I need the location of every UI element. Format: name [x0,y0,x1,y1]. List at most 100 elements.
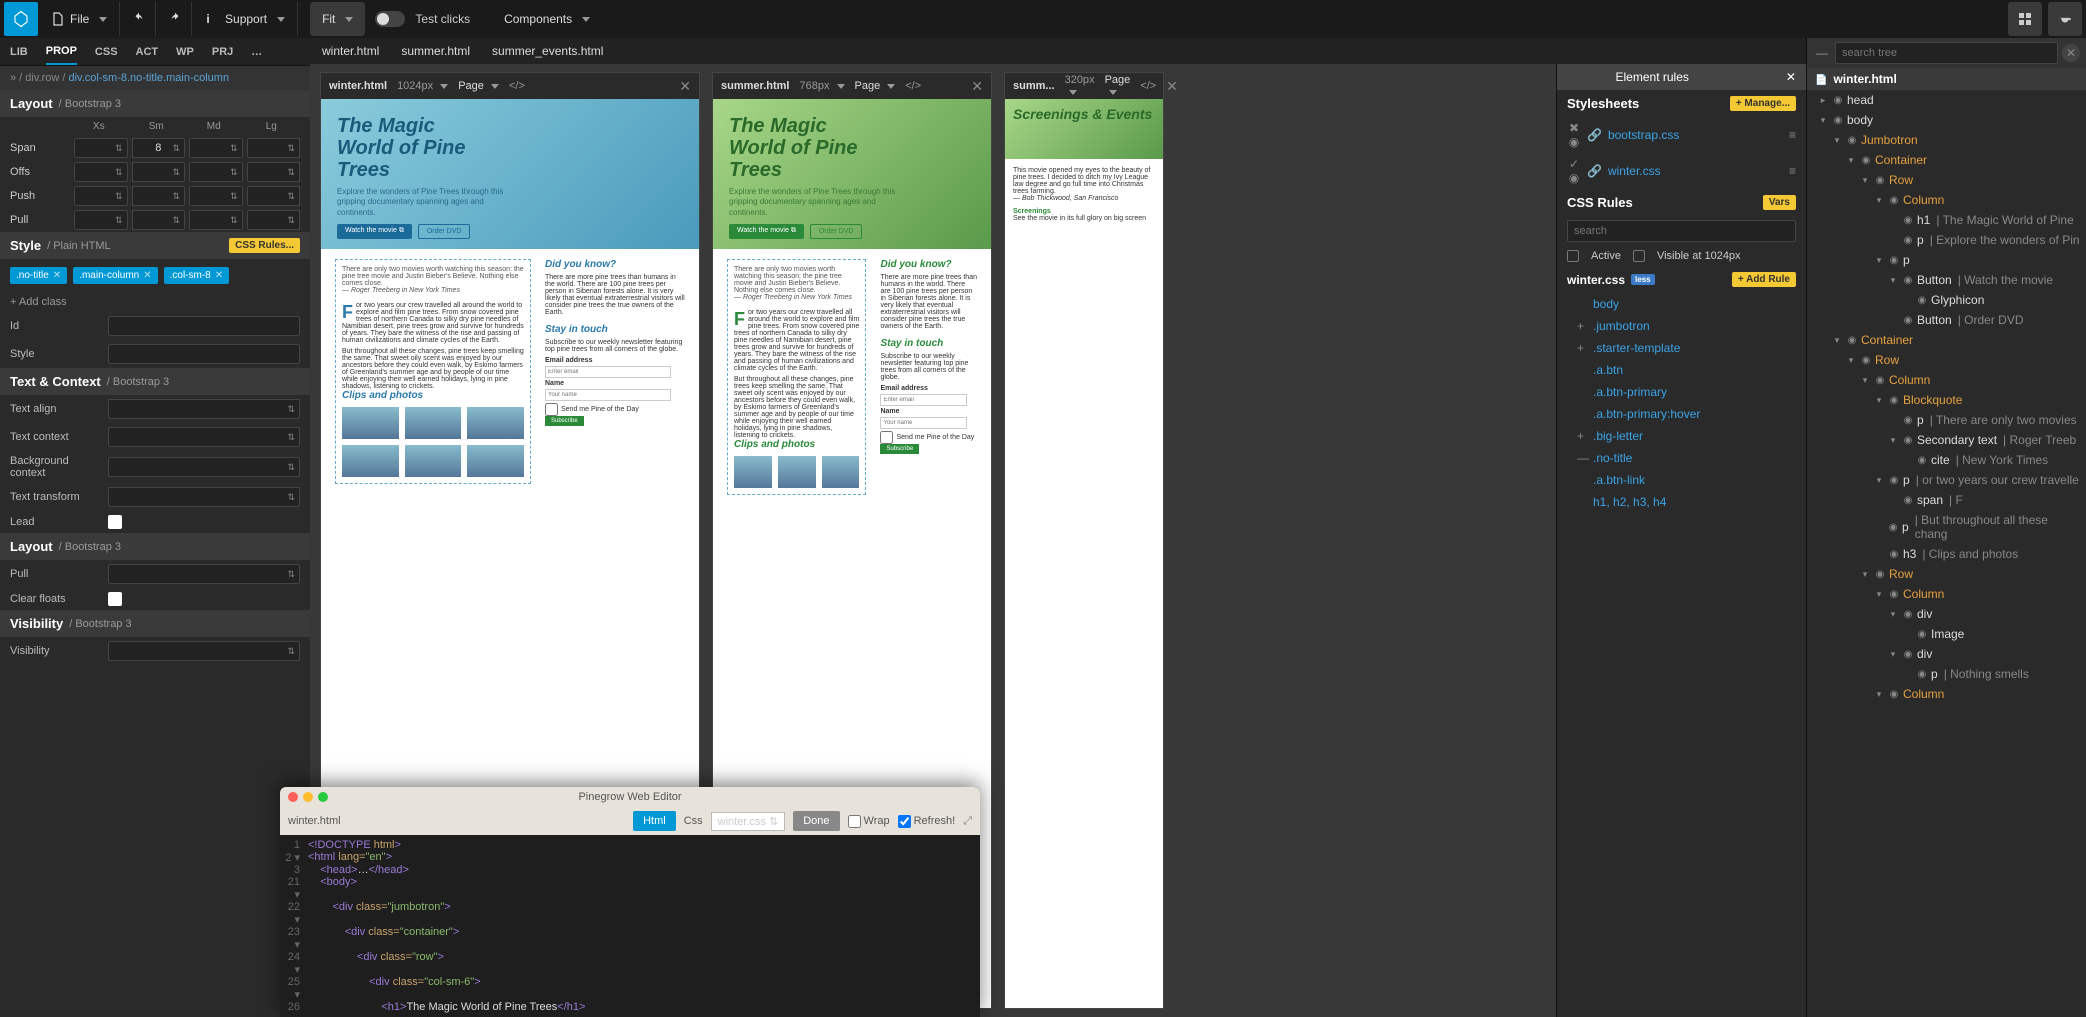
tree-node[interactable]: ◉ cite | New York Times [1807,450,2086,470]
clear-floats-checkbox[interactable] [108,592,122,606]
layout-select[interactable] [74,162,128,182]
email-input[interactable] [545,366,671,378]
layout-select[interactable] [247,210,301,230]
layout-select[interactable] [189,186,243,206]
expand-icon[interactable]: ▾ [1873,589,1885,600]
eye-icon[interactable]: ◉ [1901,435,1915,446]
eye-icon[interactable]: ◉ [1901,235,1915,246]
close-icon[interactable]: ✕ [971,78,983,95]
layout-select[interactable] [132,162,186,182]
eye-icon[interactable]: ◉ [1901,495,1915,506]
visible-checkbox[interactable] [1633,250,1645,262]
css-rule-row[interactable]: +.big-letter [1557,425,1806,447]
tree-node[interactable]: ▾ ◉ div [1807,604,2086,624]
tree-node[interactable]: ▾ ◉ body [1807,110,2086,130]
fit-dropdown[interactable]: Fit [310,2,365,36]
remove-tag-icon[interactable]: ✕ [143,270,151,281]
doc-tab[interactable]: winter.html [322,44,379,58]
eye-icon[interactable]: ◉ [1831,115,1845,126]
tree-node[interactable]: ◉ p | Nothing smells [1807,664,2086,684]
width-select[interactable]: 320px [1065,74,1095,98]
tree-node[interactable]: ▾ ◉ div [1807,644,2086,664]
tab-act[interactable]: ACT [136,40,159,64]
thumbnail[interactable] [822,456,860,488]
email-input[interactable] [880,394,967,406]
tab-wp[interactable]: WP [176,40,194,64]
canvas-viewport[interactable]: Screenings & Events This movie opened my… [1005,99,1163,1008]
tree-file-header[interactable]: winter.html [1807,68,2086,90]
expand-icon[interactable]: ▾ [1831,335,1843,346]
thumbnail[interactable] [405,407,462,439]
tree-node[interactable]: ▾ ◉ Container [1807,330,2086,350]
expand-icon[interactable]: ▾ [1873,689,1885,700]
test-clicks-toggle[interactable] [375,11,405,27]
eye-icon[interactable]: ◉ [1901,315,1915,326]
tab-prj[interactable]: PRJ [212,40,233,64]
class-tag[interactable]: .main-column ✕ [73,267,157,284]
menu-icon[interactable]: ≡ [1789,128,1796,142]
close-icon[interactable]: ✕ [679,78,691,95]
css-mode-button[interactable]: Css [684,815,703,827]
css-rule-row[interactable]: .a.btn-primary:hover [1557,403,1806,425]
thumbnail[interactable] [467,407,524,439]
grid-view-icon[interactable] [2008,2,2042,36]
eye-icon[interactable]: ◉ [1887,475,1901,486]
expand-icon[interactable]: ▾ [1845,155,1857,166]
tree-node[interactable]: ▾ ◉ Column [1807,370,2086,390]
eye-icon[interactable]: ◉ [1915,295,1929,306]
eye-icon[interactable]: ◉ [1915,669,1929,680]
eye-icon[interactable]: ◉ [1886,522,1900,533]
subscribe-button[interactable]: Subscribe [545,416,584,426]
tree-node[interactable]: ◉ h1 | The Magic World of Pine [1807,210,2086,230]
eye-icon[interactable]: ◉ [1873,375,1887,386]
expand-icon[interactable]: ▾ [1873,395,1885,406]
width-select[interactable]: 768px [799,80,844,92]
tree-node[interactable]: ◉ Button | Order DVD [1807,310,2086,330]
eye-icon[interactable]: ◉ [1887,395,1901,406]
refresh-checkbox[interactable]: Refresh! [898,815,956,828]
tree-node[interactable]: ▾ ◉ Row [1807,170,2086,190]
pull-select[interactable] [108,564,300,584]
expand-icon[interactable]: ▾ [1845,355,1857,366]
expand-icon[interactable]: ▾ [1859,175,1871,186]
section-layout[interactable]: Layout / Bootstrap 3 [0,90,310,117]
tab-css[interactable]: CSS [95,40,118,64]
breadcrumb-current[interactable]: div.col-sm-8.no-title.main-column [69,72,230,84]
expand-icon[interactable]: ▾ [1873,475,1885,486]
file-menu[interactable]: File [40,2,120,36]
width-select[interactable]: 1024px [397,80,448,92]
expand-icon[interactable]: ▾ [1873,195,1885,206]
code-icon[interactable]: </> [1140,80,1156,92]
clear-search-icon[interactable]: ✕ [2062,44,2080,62]
tree-node[interactable]: ▾ ◉ Blockquote [1807,390,2086,410]
undo-button[interactable] [122,2,156,36]
layout-select[interactable] [132,186,186,206]
stylesheet-row[interactable]: ✖ ◉🔗bootstrap.css≡ [1557,117,1806,153]
app-logo[interactable] [4,2,38,36]
layout-select[interactable] [132,210,186,230]
class-tag[interactable]: .col-sm-8 ✕ [164,267,230,284]
tree-node[interactable]: ▾ ◉ Column [1807,190,2086,210]
expand-icon[interactable]: ▾ [1887,435,1899,446]
selected-column[interactable]: There are only two movies worth watching… [727,259,866,495]
tab-lib[interactable]: LIB [10,40,28,64]
css-rule-row[interactable]: .a.btn-primary [1557,381,1806,403]
eye-icon[interactable]: ◉ [1901,649,1915,660]
close-icon[interactable]: ✕ [1786,70,1796,84]
tree-node[interactable]: ▾ ◉ Button | Watch the movie [1807,270,2086,290]
eye-icon[interactable]: ◉ [1901,215,1915,226]
lead-checkbox[interactable] [108,515,122,529]
eye-icon[interactable]: ◉ [1887,255,1901,266]
layout-select[interactable] [189,210,243,230]
watch-movie-button[interactable]: Watch the movie ⧉ [729,224,804,239]
class-tag[interactable]: .no-title ✕ [10,267,67,284]
css-rules-button[interactable]: CSS Rules... [229,238,300,253]
tree-node[interactable]: ▾ ◉ Column [1807,684,2086,704]
css-rule-row[interactable]: .a.btn-link [1557,469,1806,491]
expand-icon[interactable]: ▾ [1817,115,1829,126]
tab-…[interactable]: … [251,40,262,64]
add-rule-button[interactable]: + Add Rule [1732,272,1796,287]
code-icon[interactable]: </> [905,80,921,92]
thumbnail[interactable] [342,445,399,477]
style-input[interactable] [108,344,300,364]
